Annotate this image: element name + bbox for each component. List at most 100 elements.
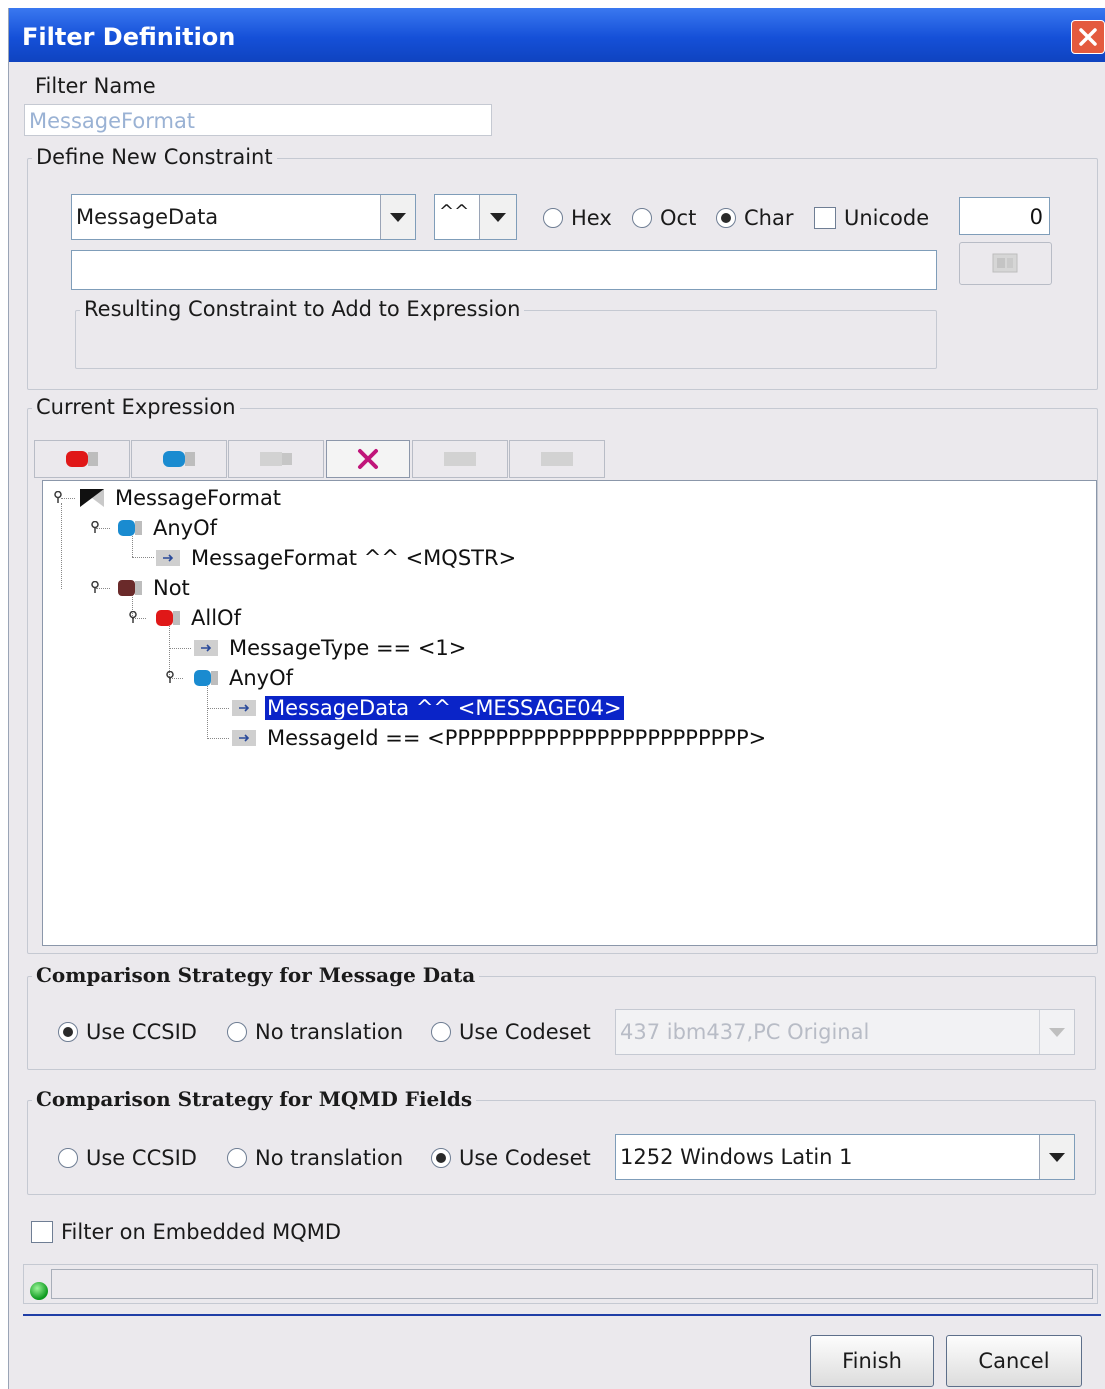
radio-hex-label: Hex xyxy=(571,206,612,230)
md-codeset-select[interactable]: 437 ibm437,PC Original xyxy=(615,1009,1075,1055)
mqmd-use-ccsid-circle xyxy=(58,1148,78,1168)
mqmd-use-codeset-circle xyxy=(431,1148,451,1168)
tree-expander-icon[interactable] xyxy=(165,671,175,683)
embedded-mqmd-label: Filter on Embedded MQMD xyxy=(61,1220,342,1244)
move-down-icon xyxy=(541,452,573,466)
tree-expander-icon[interactable] xyxy=(53,491,63,503)
close-button[interactable] xyxy=(1071,20,1105,54)
filter-name-input[interactable]: MessageFormat xyxy=(24,104,492,136)
tree-node-constraint[interactable]: MessageId == <PPPPPPPPPPPPPPPPPPPPPPPP> xyxy=(231,724,768,752)
radio-char-circle xyxy=(716,208,736,228)
add-anyof-button[interactable] xyxy=(131,440,227,478)
title-bar[interactable]: Filter Definition xyxy=(9,8,1105,62)
constraint-icon xyxy=(232,700,256,716)
tree-node-constraint[interactable]: MessageFormat ^^ <MQSTR> xyxy=(155,544,518,572)
finish-button-label: Finish xyxy=(842,1349,902,1373)
status-led-icon xyxy=(30,1282,48,1300)
add-not-button[interactable] xyxy=(228,440,324,478)
tree-connector xyxy=(61,503,62,589)
md-codeset-arrow[interactable] xyxy=(1039,1010,1074,1054)
constraint-icon xyxy=(232,730,256,746)
mqmd-no-translation-radio[interactable]: No translation xyxy=(227,1146,403,1170)
mqmd-codeset-arrow[interactable] xyxy=(1039,1135,1074,1179)
not-icon xyxy=(260,452,292,466)
add-allof-button[interactable] xyxy=(34,440,130,478)
filter-name-label: Filter Name xyxy=(35,74,156,98)
not-icon xyxy=(118,580,142,596)
mqmd-no-translation-label: No translation xyxy=(255,1146,404,1170)
tree-node-root[interactable]: MessageFormat xyxy=(79,484,283,512)
expression-tree[interactable]: MessageFormat AnyOf MessageFormat ^^ <MQ… xyxy=(42,480,1097,946)
tree-node-constraint[interactable]: MessageType == <1> xyxy=(193,634,468,662)
mqmd-use-codeset-label: Use Codeset xyxy=(459,1146,591,1170)
offset-input[interactable]: 0 xyxy=(959,197,1050,235)
filter-definition-dialog: Filter Definition Filter Name MessageFor… xyxy=(8,8,1105,1389)
status-bar xyxy=(23,1264,1098,1304)
tree-expander-icon[interactable] xyxy=(90,521,100,533)
operator-select-arrow[interactable] xyxy=(479,195,516,239)
md-use-ccsid-label: Use CCSID xyxy=(86,1020,197,1044)
mqmd-strategy-legend: Comparison Strategy for MQMD Fields xyxy=(32,1087,477,1111)
tree-node-not[interactable]: Not xyxy=(117,574,192,602)
cancel-button[interactable]: Cancel xyxy=(946,1335,1082,1387)
radio-oct[interactable]: Oct xyxy=(632,206,696,230)
anyof-icon xyxy=(118,520,142,536)
mqmd-codeset-select[interactable]: 1252 Windows Latin 1 xyxy=(615,1134,1075,1180)
tree-expander-icon[interactable] xyxy=(90,581,100,593)
mqmd-codeset-value: 1252 Windows Latin 1 xyxy=(620,1145,853,1169)
tree-connector xyxy=(169,648,191,649)
embedded-mqmd-check-box xyxy=(31,1221,53,1243)
md-use-codeset-circle xyxy=(431,1022,451,1042)
message-data-strategy-legend: Comparison Strategy for Message Data xyxy=(32,963,480,987)
anyof-icon xyxy=(163,451,195,467)
unicode-check-box xyxy=(814,207,836,229)
tree-connector xyxy=(207,738,229,739)
add-constraint-button[interactable] xyxy=(959,242,1052,285)
unicode-checkbox[interactable]: Unicode xyxy=(814,206,929,230)
md-codeset-value: 437 ibm437,PC Original xyxy=(620,1020,870,1044)
chevron-down-icon xyxy=(1049,1152,1065,1162)
field-select-value: MessageData xyxy=(76,205,219,229)
allof-icon xyxy=(156,610,180,626)
tree-node-allof[interactable]: AllOf xyxy=(155,604,243,632)
allof-icon xyxy=(66,451,98,467)
tree-node-constraint-selected[interactable]: MessageData ^^ <MESSAGE04> xyxy=(231,694,624,722)
define-constraint-legend: Define New Constraint xyxy=(32,145,277,169)
radio-char[interactable]: Char xyxy=(716,206,793,230)
move-up-icon xyxy=(444,452,476,466)
filter-name-value: MessageFormat xyxy=(29,109,196,133)
offset-value: 0 xyxy=(1029,205,1043,229)
chevron-down-icon xyxy=(390,212,406,222)
delete-button[interactable] xyxy=(326,440,410,478)
field-select-arrow[interactable] xyxy=(380,195,415,239)
radio-char-label: Char xyxy=(744,206,794,230)
current-expression-legend: Current Expression xyxy=(32,395,240,419)
embedded-mqmd-checkbox[interactable]: Filter on Embedded MQMD xyxy=(31,1220,341,1244)
constraint-icon xyxy=(194,640,218,656)
radio-hex[interactable]: Hex xyxy=(543,206,612,230)
mqmd-use-ccsid-label: Use CCSID xyxy=(86,1146,197,1170)
operator-select[interactable]: ^^ xyxy=(434,194,517,240)
anyof-icon xyxy=(194,670,218,686)
move-down-button[interactable] xyxy=(509,440,605,478)
md-use-ccsid-radio[interactable]: Use CCSID xyxy=(58,1020,197,1044)
chevron-down-icon xyxy=(1049,1027,1065,1037)
tree-node-anyof[interactable]: AnyOf xyxy=(193,664,295,692)
root-icon xyxy=(80,489,104,507)
separator xyxy=(23,1314,1101,1316)
chevron-down-icon xyxy=(490,212,506,222)
finish-button[interactable]: Finish xyxy=(810,1335,934,1387)
md-use-codeset-radio[interactable]: Use Codeset xyxy=(431,1020,591,1044)
move-up-button[interactable] xyxy=(412,440,508,478)
constraint-value-input[interactable] xyxy=(71,250,937,290)
tree-expander-icon[interactable] xyxy=(128,611,138,623)
resulting-constraint-legend: Resulting Constraint to Add to Expressio… xyxy=(80,297,525,321)
tree-connector xyxy=(207,708,229,709)
tree-connector xyxy=(132,557,154,558)
mqmd-use-ccsid-radio[interactable]: Use CCSID xyxy=(58,1146,197,1170)
md-no-translation-radio[interactable]: No translation xyxy=(227,1020,403,1044)
field-select[interactable]: MessageData xyxy=(71,194,416,240)
tree-node-anyof[interactable]: AnyOf xyxy=(117,514,219,542)
mqmd-use-codeset-radio[interactable]: Use Codeset xyxy=(431,1146,591,1170)
resulting-constraint-group: Resulting Constraint to Add to Expressio… xyxy=(75,297,937,369)
